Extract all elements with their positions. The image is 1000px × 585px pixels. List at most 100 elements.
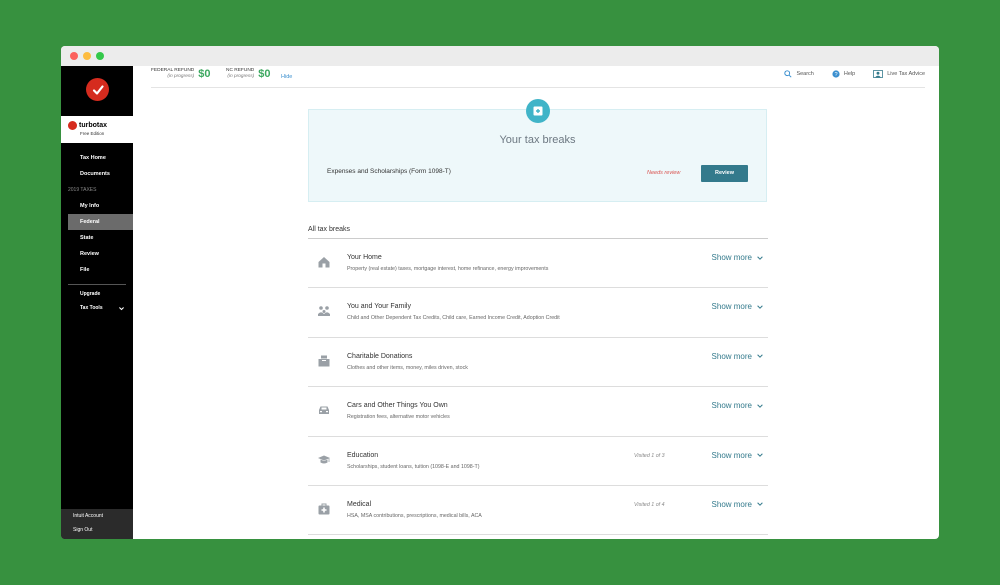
tax-break-description: Clothes and other items, money, miles dr… bbox=[347, 364, 468, 371]
show-more-button[interactable]: Show more bbox=[712, 451, 764, 460]
tax-breaks-icon bbox=[526, 99, 550, 123]
tax-break-row[interactable]: Medical HSA, MSA contributions, prescript… bbox=[308, 486, 768, 536]
federal-refund-note: (in progress) bbox=[167, 74, 195, 79]
show-more-button[interactable]: Show more bbox=[712, 401, 764, 410]
brand-edition: Free Edition bbox=[80, 131, 105, 136]
nc-refund-note: (in progress) bbox=[227, 74, 255, 79]
sidebar-item-state[interactable]: State bbox=[61, 230, 133, 246]
close-window-button[interactable] bbox=[70, 52, 78, 60]
tax-break-row[interactable]: Education Scholarships, student loans, tu… bbox=[308, 437, 768, 486]
tax-break-title: Cars and Other Things You Own bbox=[347, 402, 448, 410]
tax-break-description: Registration fees, alternative motor veh… bbox=[347, 414, 450, 421]
sidebar-item-tax-tools[interactable]: Tax Tools bbox=[61, 301, 133, 315]
main-content: FEDERAL REFUND (in progress) $0 NC REFUN… bbox=[133, 66, 939, 539]
live-tax-advice-button[interactable]: Live Tax Advice bbox=[873, 70, 925, 78]
tax-break-row[interactable]: Charitable Donations Clothes and other it… bbox=[308, 338, 768, 388]
turbotax-check-logo-icon[interactable] bbox=[86, 78, 109, 101]
nc-refund: NC REFUND (in progress) $0 bbox=[226, 68, 271, 81]
show-more-label: Show more bbox=[711, 450, 752, 460]
needs-review-status: Needs review bbox=[647, 170, 681, 176]
tax-break-description: Child and Other Dependent Tax Credits, C… bbox=[347, 315, 560, 322]
sidebar-nav: Tax Home Documents 2019 TAXES My Info Fe… bbox=[61, 150, 133, 315]
intuit-account-link[interactable]: Intuit Account bbox=[61, 509, 133, 523]
brand-check-icon bbox=[68, 121, 77, 130]
svg-text:?: ? bbox=[834, 72, 837, 78]
sidebar-item-review[interactable]: Review bbox=[61, 246, 133, 262]
tax-break-title: Medical bbox=[347, 500, 372, 508]
top-right-actions: Search ? Help Live Tax Advice bbox=[784, 70, 925, 78]
all-tax-breaks-heading: All tax breaks bbox=[308, 226, 351, 233]
browser-window: turbotax Free Edition Tax Home Documents… bbox=[61, 46, 939, 539]
sidebar-item-my-info[interactable]: My Info bbox=[61, 198, 133, 214]
help-label: Help bbox=[843, 71, 856, 77]
federal-refund: FEDERAL REFUND (in progress) $0 bbox=[151, 68, 211, 81]
search-icon bbox=[784, 70, 792, 78]
show-more-button[interactable]: Show more bbox=[712, 352, 764, 361]
sidebar: turbotax Free Edition Tax Home Documents… bbox=[61, 66, 133, 539]
tax-break-title: Education bbox=[347, 451, 379, 459]
show-more-label: Show more bbox=[711, 499, 752, 509]
show-more-button[interactable]: Show more bbox=[712, 500, 764, 509]
help-button[interactable]: ? Help bbox=[832, 70, 855, 78]
review-button[interactable]: Review bbox=[701, 165, 748, 182]
tax-break-row[interactable]: Your Home Property (real estate) taxes, m… bbox=[308, 239, 768, 289]
nc-refund-value: $0 bbox=[258, 68, 271, 80]
tax-break-title: Charitable Donations bbox=[347, 352, 413, 360]
donation-box-icon bbox=[316, 353, 332, 369]
tax-break-description: HSA, MSA contributions, prescriptions, m… bbox=[347, 512, 482, 519]
expert-video-icon bbox=[873, 70, 883, 78]
sidebar-item-upgrade[interactable]: Upgrade bbox=[61, 287, 133, 301]
sidebar-section-2019-taxes: 2019 TAXES bbox=[68, 187, 97, 193]
sidebar-item-federal[interactable]: Federal bbox=[68, 214, 133, 230]
medical-kit-icon bbox=[316, 501, 332, 517]
tax-break-row[interactable]: Cars and Other Things You Own Registratio… bbox=[308, 387, 768, 437]
card-item-label: Expenses and Scholarships (Form 1098-T) bbox=[327, 168, 451, 175]
show-more-label: Show more bbox=[711, 351, 752, 361]
tax-tools-label: Tax Tools bbox=[80, 305, 103, 311]
tax-breaks-list: Your Home Property (real estate) taxes, m… bbox=[308, 238, 768, 536]
tax-break-description: Property (real estate) taxes, mortgage i… bbox=[347, 266, 549, 272]
logo-area bbox=[61, 66, 133, 118]
hide-refund-link[interactable]: Hide bbox=[281, 74, 292, 80]
federal-refund-value: $0 bbox=[198, 68, 211, 80]
sidebar-item-documents[interactable]: Documents bbox=[61, 166, 133, 182]
tax-break-title: You and Your Family bbox=[347, 303, 411, 311]
visited-progress: Visited 1 of 4 bbox=[634, 501, 665, 508]
window-titlebar bbox=[61, 46, 939, 66]
help-icon: ? bbox=[832, 70, 840, 78]
live-advice-label: Live Tax Advice bbox=[887, 71, 925, 77]
tax-break-row[interactable]: You and Your Family Child and Other Depen… bbox=[308, 288, 768, 338]
show-more-label: Show more bbox=[711, 401, 752, 411]
sign-out-link[interactable]: Sign Out bbox=[61, 523, 133, 537]
chevron-down-icon bbox=[757, 255, 763, 260]
chevron-down-icon bbox=[757, 502, 763, 507]
sidebar-account-area: Intuit Account Sign Out bbox=[61, 509, 133, 539]
chevron-down-icon bbox=[119, 307, 124, 311]
brand-block: turbotax Free Edition bbox=[61, 116, 133, 143]
card-title: Your tax breaks bbox=[499, 134, 576, 146]
tax-breaks-summary-card: Your tax breaks Expenses and Scholarship… bbox=[308, 99, 767, 202]
chevron-down-icon bbox=[757, 453, 763, 457]
graduation-cap-icon bbox=[316, 452, 332, 468]
family-icon bbox=[316, 303, 332, 319]
visited-progress: Visited 1 of 3 bbox=[634, 452, 665, 459]
minimize-window-button[interactable] bbox=[83, 52, 91, 60]
brand-name: turbotax bbox=[79, 122, 107, 129]
sidebar-item-tax-home[interactable]: Tax Home bbox=[61, 150, 133, 166]
chevron-down-icon bbox=[757, 354, 763, 359]
top-bar: FEDERAL REFUND (in progress) $0 NC REFUN… bbox=[151, 66, 925, 88]
show-more-label: Show more bbox=[711, 253, 752, 262]
sidebar-item-file[interactable]: File bbox=[61, 262, 133, 278]
search-label: Search bbox=[796, 71, 814, 77]
chevron-down-icon bbox=[757, 305, 763, 309]
tax-break-description: Scholarships, student loans, tuition (10… bbox=[347, 463, 480, 470]
car-icon bbox=[316, 402, 332, 418]
chevron-down-icon bbox=[757, 404, 763, 408]
maximize-window-button[interactable] bbox=[96, 52, 104, 60]
show-more-button[interactable]: Show more bbox=[712, 302, 764, 311]
show-more-button[interactable]: Show more bbox=[712, 253, 764, 262]
show-more-label: Show more bbox=[711, 302, 752, 312]
tax-break-title: Your Home bbox=[347, 254, 382, 261]
sidebar-divider bbox=[68, 284, 126, 285]
search-button[interactable]: Search bbox=[784, 70, 814, 78]
